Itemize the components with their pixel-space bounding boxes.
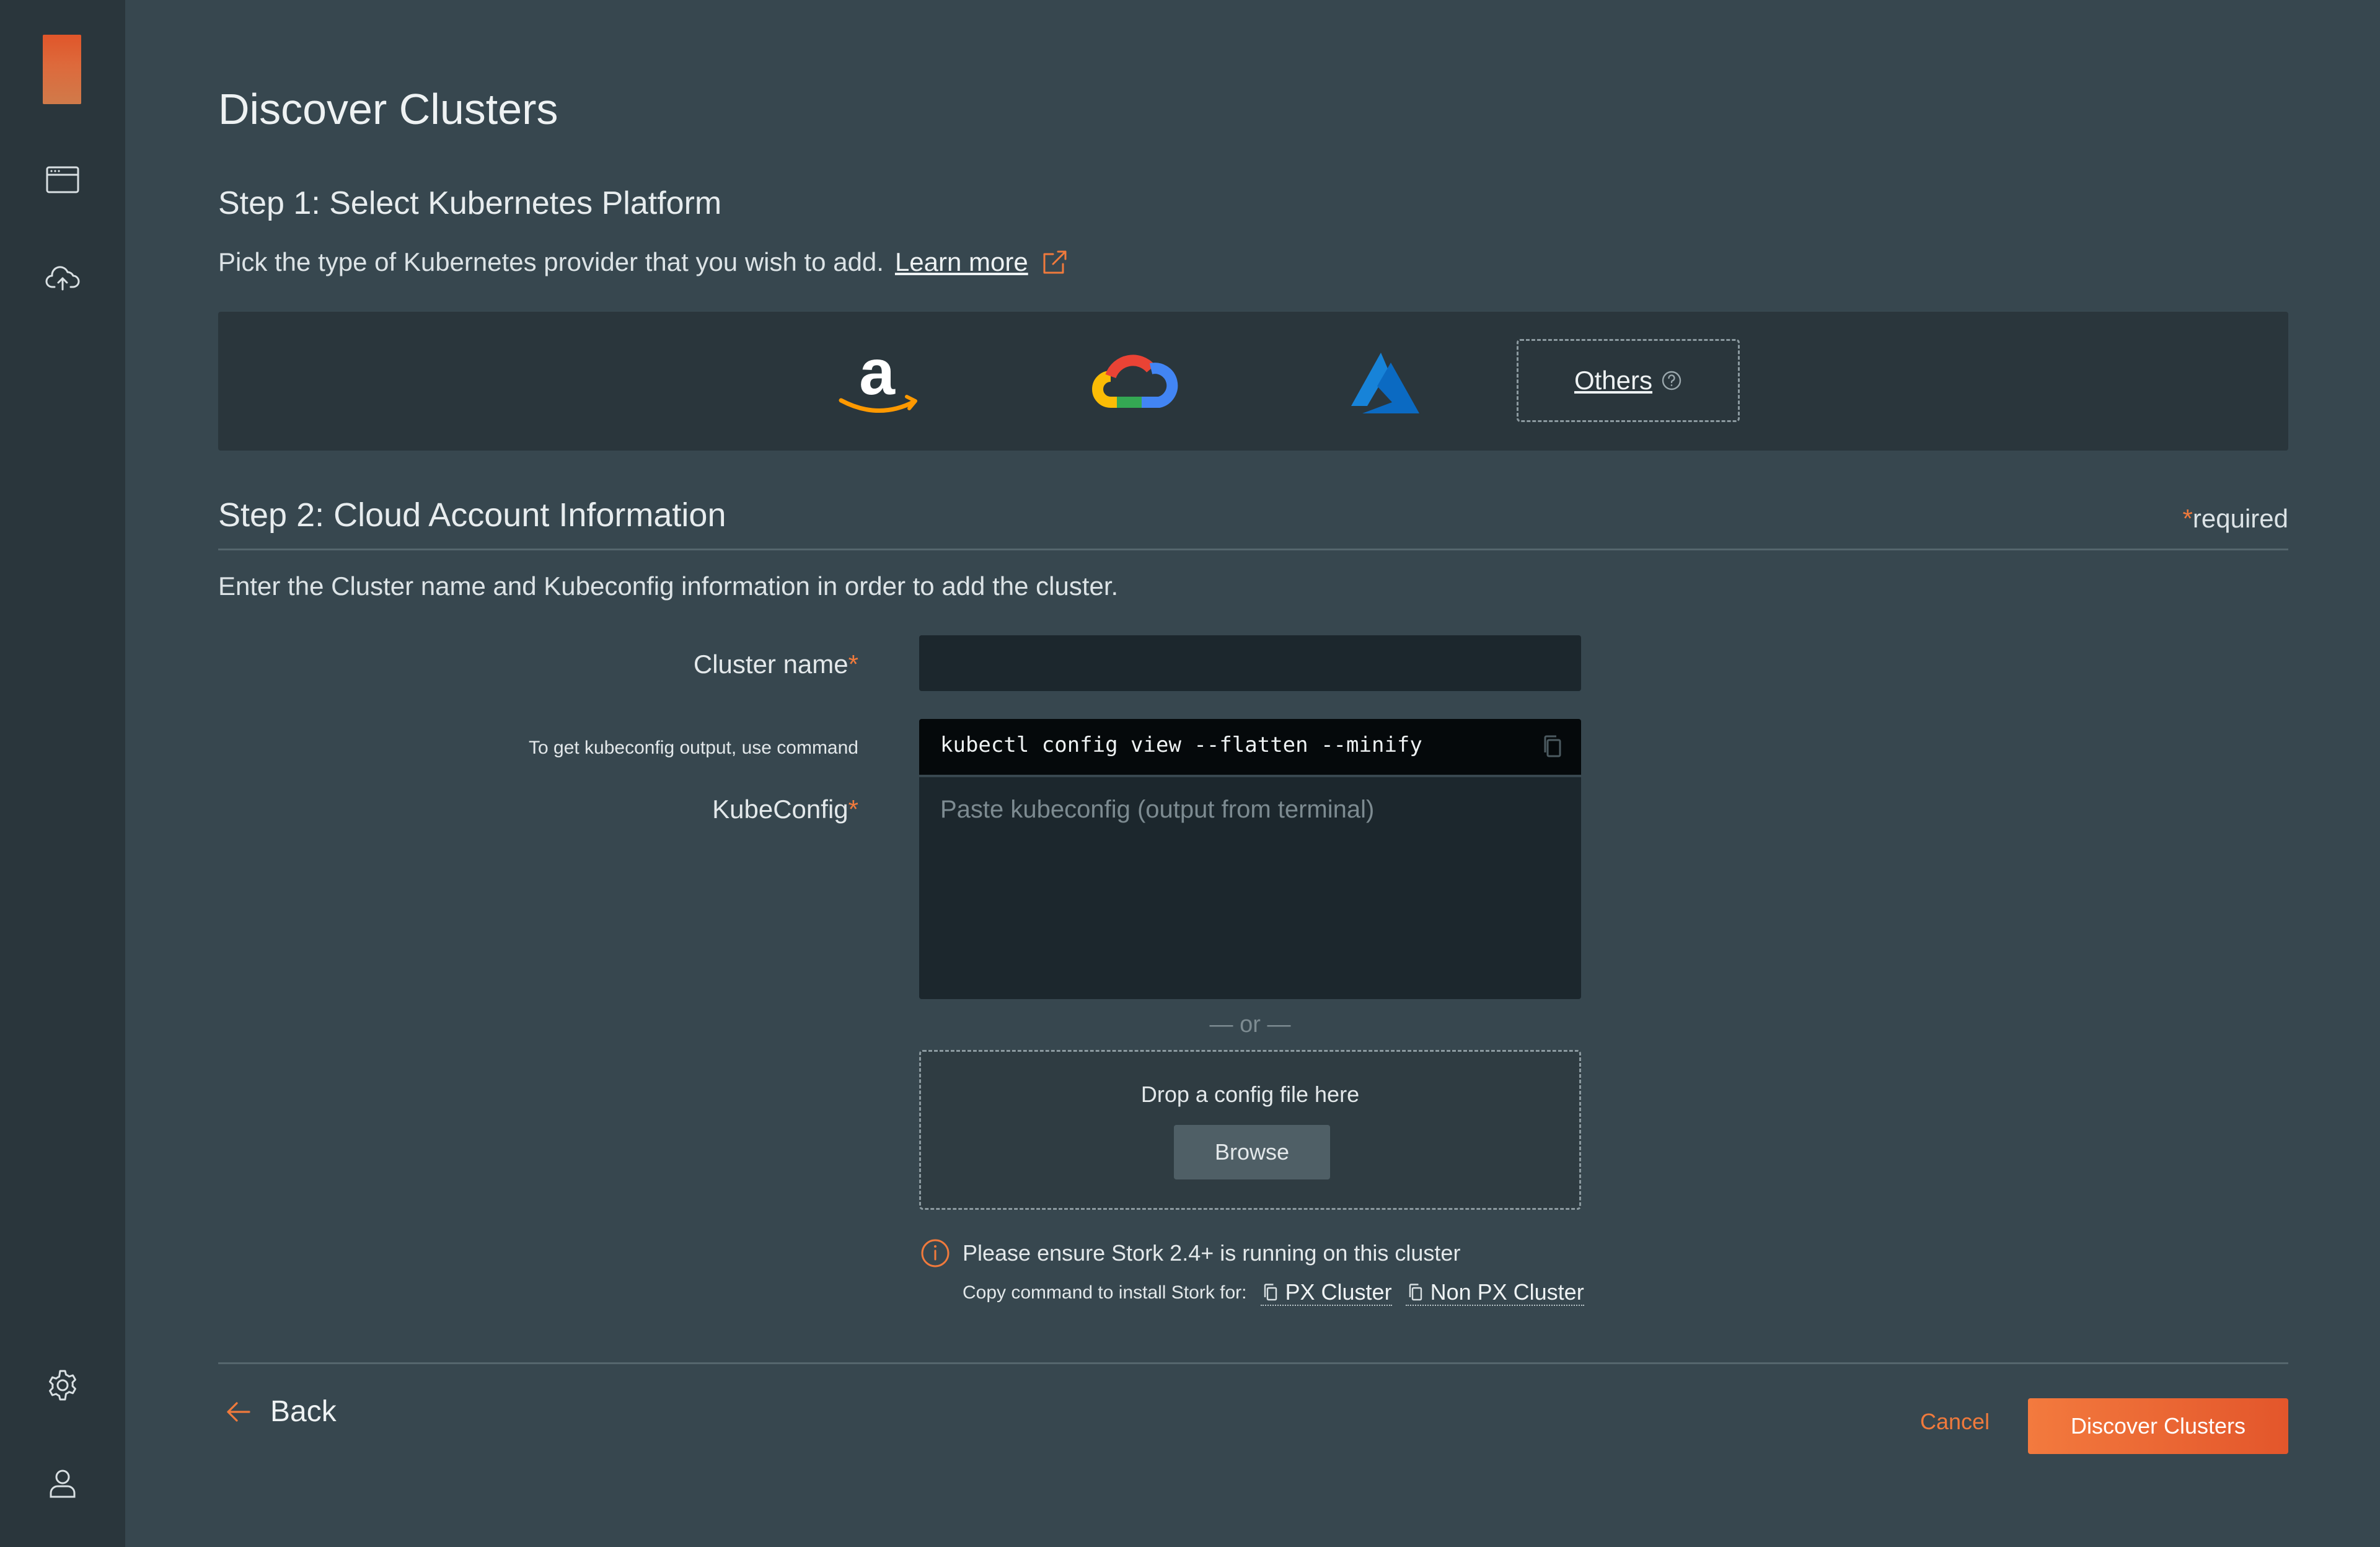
platform-selector: a Others [218,312,2288,451]
copy-icon [1264,1284,1277,1300]
back-label[interactable]: Back [270,1395,337,1429]
step2-title: Step 2: Cloud Account Information [218,496,726,534]
google-cloud-provider-button[interactable] [1086,337,1185,430]
external-link-icon[interactable] [1039,247,1070,278]
copy-icon[interactable] [1539,733,1566,760]
stork-note-text: Please ensure Stork 2.4+ is running on t… [963,1240,1461,1266]
copy-non-px-cluster-link[interactable]: Non PX Cluster [1405,1280,1584,1306]
px-cluster-label[interactable]: PX Cluster [1285,1280,1392,1305]
app-window-icon[interactable] [44,161,81,198]
cluster-name-asterisk: * [848,650,858,679]
others-provider-button[interactable]: Others [1517,339,1740,422]
required-note: *required [2183,504,2288,534]
others-label[interactable]: Others [1574,366,1652,395]
required-label: required [2192,504,2288,533]
drop-zone-text: Drop a config file here [1140,1082,1360,1107]
step1-description: Pick the type of Kubernetes provider tha… [218,247,1070,278]
cancel-button[interactable]: Cancel [1916,1408,1993,1435]
azure-provider-button[interactable] [1334,337,1433,430]
browse-button[interactable]: Browse [1174,1125,1330,1179]
stork-note: Please ensure Stork 2.4+ is running on t… [919,1237,1460,1269]
kubeconfig-textarea[interactable] [919,777,1581,999]
sidebar [0,0,125,1547]
kubeconfig-command: kubectl config view --flatten --minify [940,733,1422,757]
cluster-name-label: Cluster name* [425,650,858,679]
or-divider: — or — [1209,1011,1291,1038]
kubeconfig-label: KubeConfig* [425,795,858,824]
kubeconfig-hint: To get kubeconfig output, use command [528,738,858,758]
amazon-provider-button[interactable]: a [829,337,928,430]
step2-description: Enter the Cluster name and Kubeconfig in… [218,571,1119,601]
kubeconfig-label-text: KubeConfig [712,795,848,824]
cluster-name-label-text: Cluster name [693,650,848,679]
stork-copy-prefix: Copy command to install Stork for: [963,1282,1247,1303]
kubeconfig-command-box: kubectl config view --flatten --minify [919,719,1581,776]
google-cloud-logo-icon [1092,355,1178,408]
portworx-logo[interactable] [43,35,81,104]
cluster-name-input[interactable] [919,635,1581,691]
discover-clusters-button[interactable]: Discover Clusters [2028,1398,2288,1454]
stork-copy-row: Copy command to install Stork for: PX Cl… [963,1280,1584,1306]
kubeconfig-asterisk: * [848,795,858,824]
azure-logo-icon [1351,353,1419,413]
learn-more-link[interactable]: Learn more [895,247,1028,277]
footer-divider [218,1362,2288,1364]
arrow-left-icon [227,1401,250,1422]
svg-text:a: a [859,346,896,408]
step2-header: Step 2: Cloud Account Information *requi… [218,493,2288,550]
required-asterisk: * [2182,504,2193,533]
step1-title: Step 1: Select Kubernetes Platform [218,185,722,221]
copy-px-cluster-link[interactable]: PX Cluster [1260,1280,1392,1306]
page-title: Discover Clusters [218,85,558,133]
config-drop-zone[interactable]: Drop a config file here Browse [919,1050,1581,1210]
cloud-upload-icon[interactable] [44,259,81,296]
step1-description-text: Pick the type of Kubernetes provider tha… [218,247,884,276]
gear-icon[interactable] [44,1367,81,1404]
info-icon [919,1237,951,1269]
copy-icon [1409,1284,1422,1300]
amazon-logo-icon: a [839,346,917,413]
back-button[interactable]: Back [224,1395,337,1429]
non-px-cluster-label[interactable]: Non PX Cluster [1430,1280,1584,1305]
user-icon[interactable] [44,1464,81,1501]
question-circle-icon[interactable] [1661,370,1682,391]
